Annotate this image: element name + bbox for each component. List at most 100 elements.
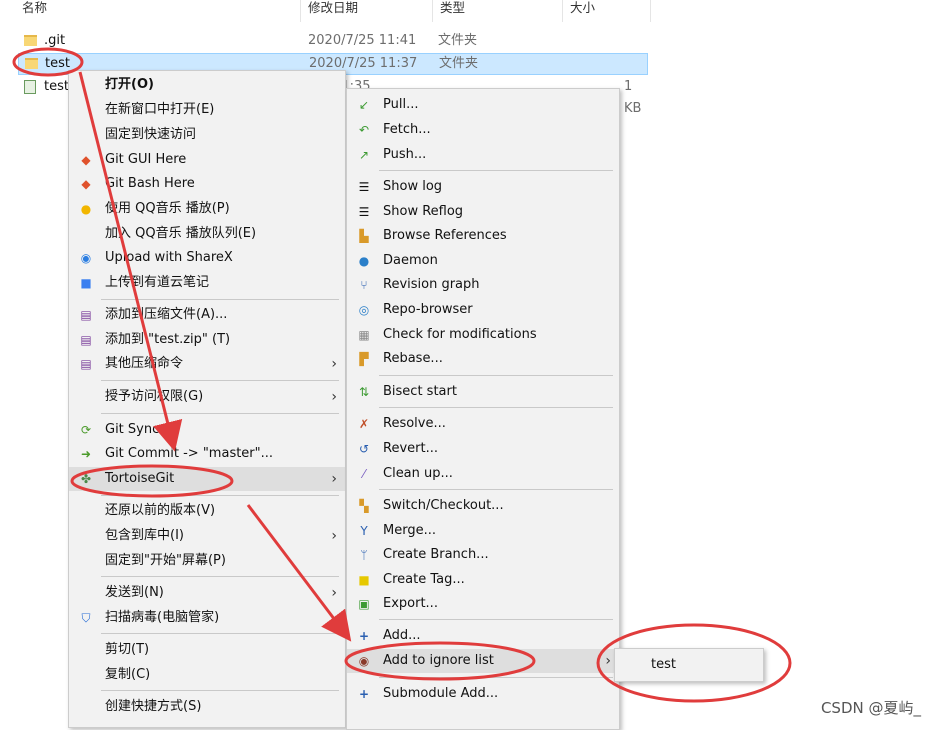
archive-icon: ▤ bbox=[80, 308, 92, 322]
menu-item-label: Git Sync... bbox=[105, 422, 172, 437]
menu-item-git-gui[interactable]: ◆ Git GUI Here bbox=[69, 148, 345, 172]
menu-item-label: Create Branch... bbox=[383, 547, 489, 562]
references-icon: ▙ bbox=[359, 229, 369, 243]
menu-item-label: Clean up... bbox=[383, 466, 453, 481]
menu-item-open[interactable]: 打开(O) bbox=[69, 73, 345, 97]
menu-item-add[interactable]: + Add... bbox=[347, 624, 619, 648]
menu-item-add-to-ignore-list[interactable]: ◉ Add to ignore list › bbox=[347, 649, 619, 673]
graph-icon: ⑂ bbox=[360, 278, 368, 292]
menu-item-bisect-start[interactable]: ⇅ Bisect start bbox=[347, 380, 619, 404]
menu-separator bbox=[101, 633, 339, 634]
menu-item-label: Add... bbox=[383, 628, 421, 643]
log-icon: ☰ bbox=[358, 205, 370, 219]
menu-item-add-zip[interactable]: ▤ 添加到 "test.zip" (T) bbox=[69, 328, 345, 352]
menu-item-qq-music-play[interactable]: ● 使用 QQ音乐 播放(P) bbox=[69, 197, 345, 221]
menu-item-restore-versions[interactable]: 还原以前的版本(V) bbox=[69, 499, 345, 523]
menu-separator bbox=[379, 489, 613, 490]
repo-browser-icon: ◎ bbox=[358, 303, 370, 317]
menu-item-label: 打开(O) bbox=[105, 77, 154, 92]
menu-item-virus-scan[interactable]: ⛉ 扫描病毒(电脑管家) bbox=[69, 606, 345, 630]
menu-item-label: Rebase... bbox=[383, 351, 443, 366]
menu-item-create-tag[interactable]: ■ Create Tag... bbox=[347, 568, 619, 592]
column-date-header[interactable]: 修改日期 bbox=[308, 0, 358, 22]
menu-item-label: 还原以前的版本(V) bbox=[105, 503, 216, 518]
menu-separator bbox=[101, 576, 339, 577]
add-icon: + bbox=[358, 629, 370, 643]
column-divider bbox=[650, 0, 651, 22]
menu-item-add-archive[interactable]: ▤ 添加到压缩文件(A)... bbox=[69, 303, 345, 327]
bisect-icon: ⇅ bbox=[358, 385, 370, 399]
menu-item-submodule-add[interactable]: + Submodule Add... bbox=[347, 682, 619, 706]
menu-item-label: 上传到有道云笔记 bbox=[105, 275, 210, 290]
menu-item-pin-start[interactable]: 固定到"开始"屏幕(P) bbox=[69, 549, 345, 573]
chevron-right-icon: › bbox=[331, 471, 337, 487]
menu-item-check-modifications[interactable]: ▦ Check for modifications bbox=[347, 323, 619, 347]
menu-item-push[interactable]: ↗ Push... bbox=[347, 143, 619, 167]
menu-item-git-bash[interactable]: ◆ Git Bash Here bbox=[69, 172, 345, 196]
column-name-header[interactable]: 名称 bbox=[22, 0, 47, 22]
youdao-icon: ■ bbox=[80, 276, 92, 290]
menu-item-label: 包含到库中(I) bbox=[105, 528, 184, 543]
menu-item-revision-graph[interactable]: ⑂ Revision graph bbox=[347, 273, 619, 297]
menu-item-clean-up[interactable]: ⁄ Clean up... bbox=[347, 462, 619, 486]
menu-item-pin-quick-access[interactable]: 固定到快速访问 bbox=[69, 123, 345, 147]
menu-item-label: Daemon bbox=[383, 253, 438, 268]
chevron-right-icon: › bbox=[331, 356, 337, 372]
menu-item-daemon[interactable]: ● Daemon bbox=[347, 249, 619, 273]
menu-item-tortoisegit[interactable]: ✤ TortoiseGit › bbox=[69, 467, 345, 491]
menu-item-browse-references[interactable]: ▙ Browse References bbox=[347, 224, 619, 248]
menu-item-label: Git GUI Here bbox=[105, 152, 187, 167]
qq-music-icon: ● bbox=[80, 202, 92, 216]
menu-item-label: 复制(C) bbox=[105, 667, 151, 682]
menu-item-fetch[interactable]: ↶ Fetch... bbox=[347, 118, 619, 142]
menu-item-merge[interactable]: Y Merge... bbox=[347, 519, 619, 543]
tag-icon: ■ bbox=[358, 573, 370, 587]
menu-item-switch-checkout[interactable]: ▚ Switch/Checkout... bbox=[347, 494, 619, 518]
menu-item-open-new-window[interactable]: 在新窗口中打开(E) bbox=[69, 98, 345, 122]
menu-item-youdao[interactable]: ■ 上传到有道云笔记 bbox=[69, 271, 345, 295]
column-type-header[interactable]: 类型 bbox=[440, 0, 465, 22]
column-size-header[interactable]: 大小 bbox=[570, 0, 595, 22]
menu-item-copy[interactable]: 复制(C) bbox=[69, 663, 345, 687]
menu-item-send-to[interactable]: 发送到(N) › bbox=[69, 581, 345, 605]
file-size: 1 KB bbox=[624, 79, 642, 116]
log-icon: ☰ bbox=[358, 180, 370, 194]
menu-item-export[interactable]: ▣ Export... bbox=[347, 592, 619, 616]
menu-item-other-compress[interactable]: ▤ 其他压缩命令 › bbox=[69, 352, 345, 376]
menu-item-label: Check for modifications bbox=[383, 327, 537, 342]
menu-item-qq-music-queue[interactable]: 加入 QQ音乐 播放队列(E) bbox=[69, 222, 345, 246]
shield-icon: ⛉ bbox=[81, 611, 91, 625]
menu-item-include-library[interactable]: 包含到库中(I) › bbox=[69, 524, 345, 548]
menu-item-label: Pull... bbox=[383, 97, 419, 112]
menu-separator bbox=[379, 170, 613, 171]
menu-item-revert[interactable]: ↺ Revert... bbox=[347, 437, 619, 461]
menu-item-grant-access[interactable]: 授予访问权限(G) › bbox=[69, 385, 345, 409]
menu-item-create-branch[interactable]: ᛘ Create Branch... bbox=[347, 543, 619, 567]
menu-item-ignore-test[interactable]: test bbox=[615, 653, 763, 677]
menu-item-git-commit[interactable]: ➜ Git Commit -> "master"... bbox=[69, 442, 345, 466]
menu-item-resolve[interactable]: ✗ Resolve... bbox=[347, 412, 619, 436]
menu-separator bbox=[101, 690, 339, 691]
menu-item-label: 使用 QQ音乐 播放(P) bbox=[105, 201, 230, 216]
menu-item-create-shortcut[interactable]: 创建快捷方式(S) bbox=[69, 695, 345, 719]
menu-item-label: Fetch... bbox=[383, 122, 431, 137]
column-divider bbox=[300, 0, 301, 22]
tortoisegit-icon: ✤ bbox=[80, 472, 92, 486]
menu-item-label: 扫描病毒(电脑管家) bbox=[105, 610, 220, 625]
menu-item-cut[interactable]: 剪切(T) bbox=[69, 638, 345, 662]
menu-item-label: 固定到"开始"屏幕(P) bbox=[105, 553, 226, 568]
menu-item-repo-browser[interactable]: ◎ Repo-browser bbox=[347, 298, 619, 322]
chevron-right-icon: › bbox=[331, 585, 337, 601]
menu-item-label: 固定到快速访问 bbox=[105, 127, 197, 142]
menu-item-label: 加入 QQ音乐 播放队列(E) bbox=[105, 226, 257, 241]
menu-item-label: Push... bbox=[383, 147, 427, 162]
menu-item-git-sync[interactable]: ⟳ Git Sync... bbox=[69, 418, 345, 442]
file-date: 2020/7/25 11:41 bbox=[308, 33, 417, 48]
menu-item-show-log[interactable]: ☰ Show log bbox=[347, 175, 619, 199]
menu-item-rebase[interactable]: ▛ Rebase... bbox=[347, 347, 619, 371]
file-row[interactable]: .git 2020/7/25 11:41 文件夹 bbox=[18, 30, 648, 52]
menu-item-sharex[interactable]: ◉ Upload with ShareX bbox=[69, 246, 345, 270]
menu-item-pull[interactable]: ↙ Pull... bbox=[347, 93, 619, 117]
menu-item-show-reflog[interactable]: ☰ Show Reflog bbox=[347, 200, 619, 224]
menu-item-label: 授予访问权限(G) bbox=[105, 389, 204, 404]
